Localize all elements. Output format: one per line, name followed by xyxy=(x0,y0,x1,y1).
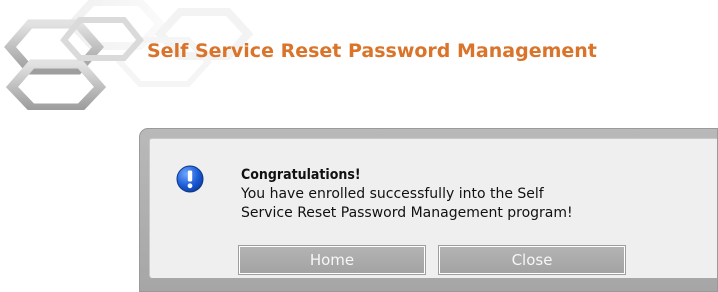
dialog-message: You have enrolled successfully into the … xyxy=(241,185,711,223)
enrollment-success-dialog: Congratulations! You have enrolled succe… xyxy=(139,128,718,292)
info-icon xyxy=(176,165,204,193)
page-title: Self Service Reset Password Management xyxy=(147,40,597,62)
dialog-panel: Congratulations! You have enrolled succe… xyxy=(149,138,717,278)
dialog-message-line-1: You have enrolled successfully into the … xyxy=(241,186,544,202)
home-button[interactable]: Home xyxy=(238,245,426,275)
dialog-title: Congratulations! xyxy=(241,167,361,183)
close-button[interactable]: Close xyxy=(438,245,626,275)
dialog-message-line-2: Service Reset Password Management progra… xyxy=(241,205,573,221)
